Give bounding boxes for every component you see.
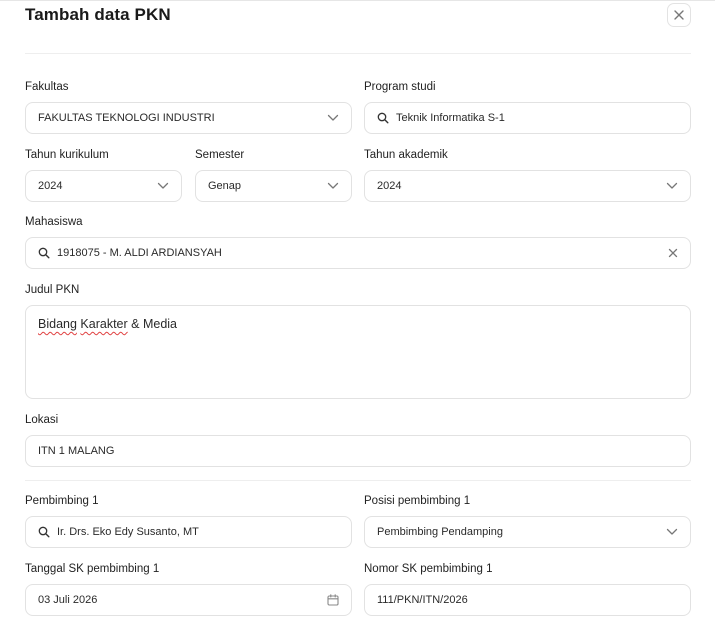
mahasiswa-input[interactable]: 1918075 - M. ALDI ARDIANSYAH bbox=[25, 237, 691, 269]
judul-pkn-word-2: Karakter bbox=[80, 317, 128, 331]
lokasi-value: ITN 1 MALANG bbox=[38, 445, 115, 457]
tahun-kurikulum-label: Tahun kurikulum bbox=[25, 149, 109, 161]
calendar-icon[interactable] bbox=[327, 594, 339, 606]
nomor-sk1-input[interactable]: 111/PKN/ITN/2026 bbox=[364, 584, 691, 616]
add-pkn-dialog: Tambah data PKN Fakultas FAKULTAS TEKNOL… bbox=[0, 0, 715, 627]
tahun-akademik-value: 2024 bbox=[377, 180, 402, 192]
section-divider bbox=[25, 480, 691, 481]
tanggal-sk1-value: 03 Juli 2026 bbox=[38, 594, 98, 606]
pembimbing1-label: Pembimbing 1 bbox=[25, 495, 99, 507]
posisi-pembimbing1-label: Posisi pembimbing 1 bbox=[364, 495, 471, 507]
semester-value: Genap bbox=[208, 180, 242, 192]
mahasiswa-label: Mahasiswa bbox=[25, 216, 83, 228]
close-button[interactable] bbox=[667, 3, 691, 27]
program-studi-input[interactable]: Teknik Informatika S-1 bbox=[364, 102, 691, 134]
tanggal-sk1-input[interactable]: 03 Juli 2026 bbox=[25, 584, 352, 616]
lokasi-label: Lokasi bbox=[25, 414, 59, 426]
chevron-down-icon bbox=[666, 182, 678, 190]
judul-pkn-word-1: Bidang bbox=[38, 317, 77, 331]
search-icon bbox=[377, 112, 389, 124]
close-icon bbox=[674, 10, 684, 20]
judul-pkn-textarea[interactable]: Bidang Karakter & Media bbox=[25, 305, 691, 399]
program-studi-label: Program studi bbox=[364, 81, 436, 93]
chevron-down-icon bbox=[327, 114, 339, 122]
posisi-pembimbing1-value: Pembimbing Pendamping bbox=[377, 526, 503, 538]
search-icon bbox=[38, 247, 50, 259]
tanggal-sk1-label: Tanggal SK pembimbing 1 bbox=[25, 563, 160, 575]
nomor-sk1-label: Nomor SK pembimbing 1 bbox=[364, 563, 493, 575]
judul-pkn-word-3: & Media bbox=[131, 317, 178, 331]
tahun-kurikulum-select[interactable]: 2024 bbox=[25, 170, 182, 202]
tahun-akademik-select[interactable]: 2024 bbox=[364, 170, 691, 202]
posisi-pembimbing1-select[interactable]: Pembimbing Pendamping bbox=[364, 516, 691, 548]
chevron-down-icon bbox=[157, 182, 169, 190]
nomor-sk1-value: 111/PKN/ITN/2026 bbox=[377, 594, 468, 606]
clear-icon[interactable] bbox=[668, 248, 678, 258]
fakultas-value: FAKULTAS TEKNOLOGI INDUSTRI bbox=[38, 112, 215, 124]
header-divider bbox=[25, 53, 691, 54]
lokasi-input[interactable]: ITN 1 MALANG bbox=[25, 435, 691, 467]
pembimbing1-input[interactable]: Ir. Drs. Eko Edy Susanto, MT bbox=[25, 516, 352, 548]
fakultas-select[interactable]: FAKULTAS TEKNOLOGI INDUSTRI bbox=[25, 102, 352, 134]
chevron-down-icon bbox=[327, 182, 339, 190]
program-studi-value: Teknik Informatika S-1 bbox=[396, 112, 505, 124]
semester-select[interactable]: Genap bbox=[195, 170, 352, 202]
semester-label: Semester bbox=[195, 149, 245, 161]
dialog-title: Tambah data PKN bbox=[25, 5, 171, 24]
search-icon bbox=[38, 526, 50, 538]
pembimbing1-value: Ir. Drs. Eko Edy Susanto, MT bbox=[57, 526, 199, 538]
judul-pkn-label: Judul PKN bbox=[25, 284, 80, 296]
chevron-down-icon bbox=[666, 528, 678, 536]
tahun-kurikulum-value: 2024 bbox=[38, 180, 63, 192]
tahun-akademik-label: Tahun akademik bbox=[364, 149, 448, 161]
fakultas-label: Fakultas bbox=[25, 81, 69, 93]
mahasiswa-value: 1918075 - M. ALDI ARDIANSYAH bbox=[57, 247, 222, 259]
